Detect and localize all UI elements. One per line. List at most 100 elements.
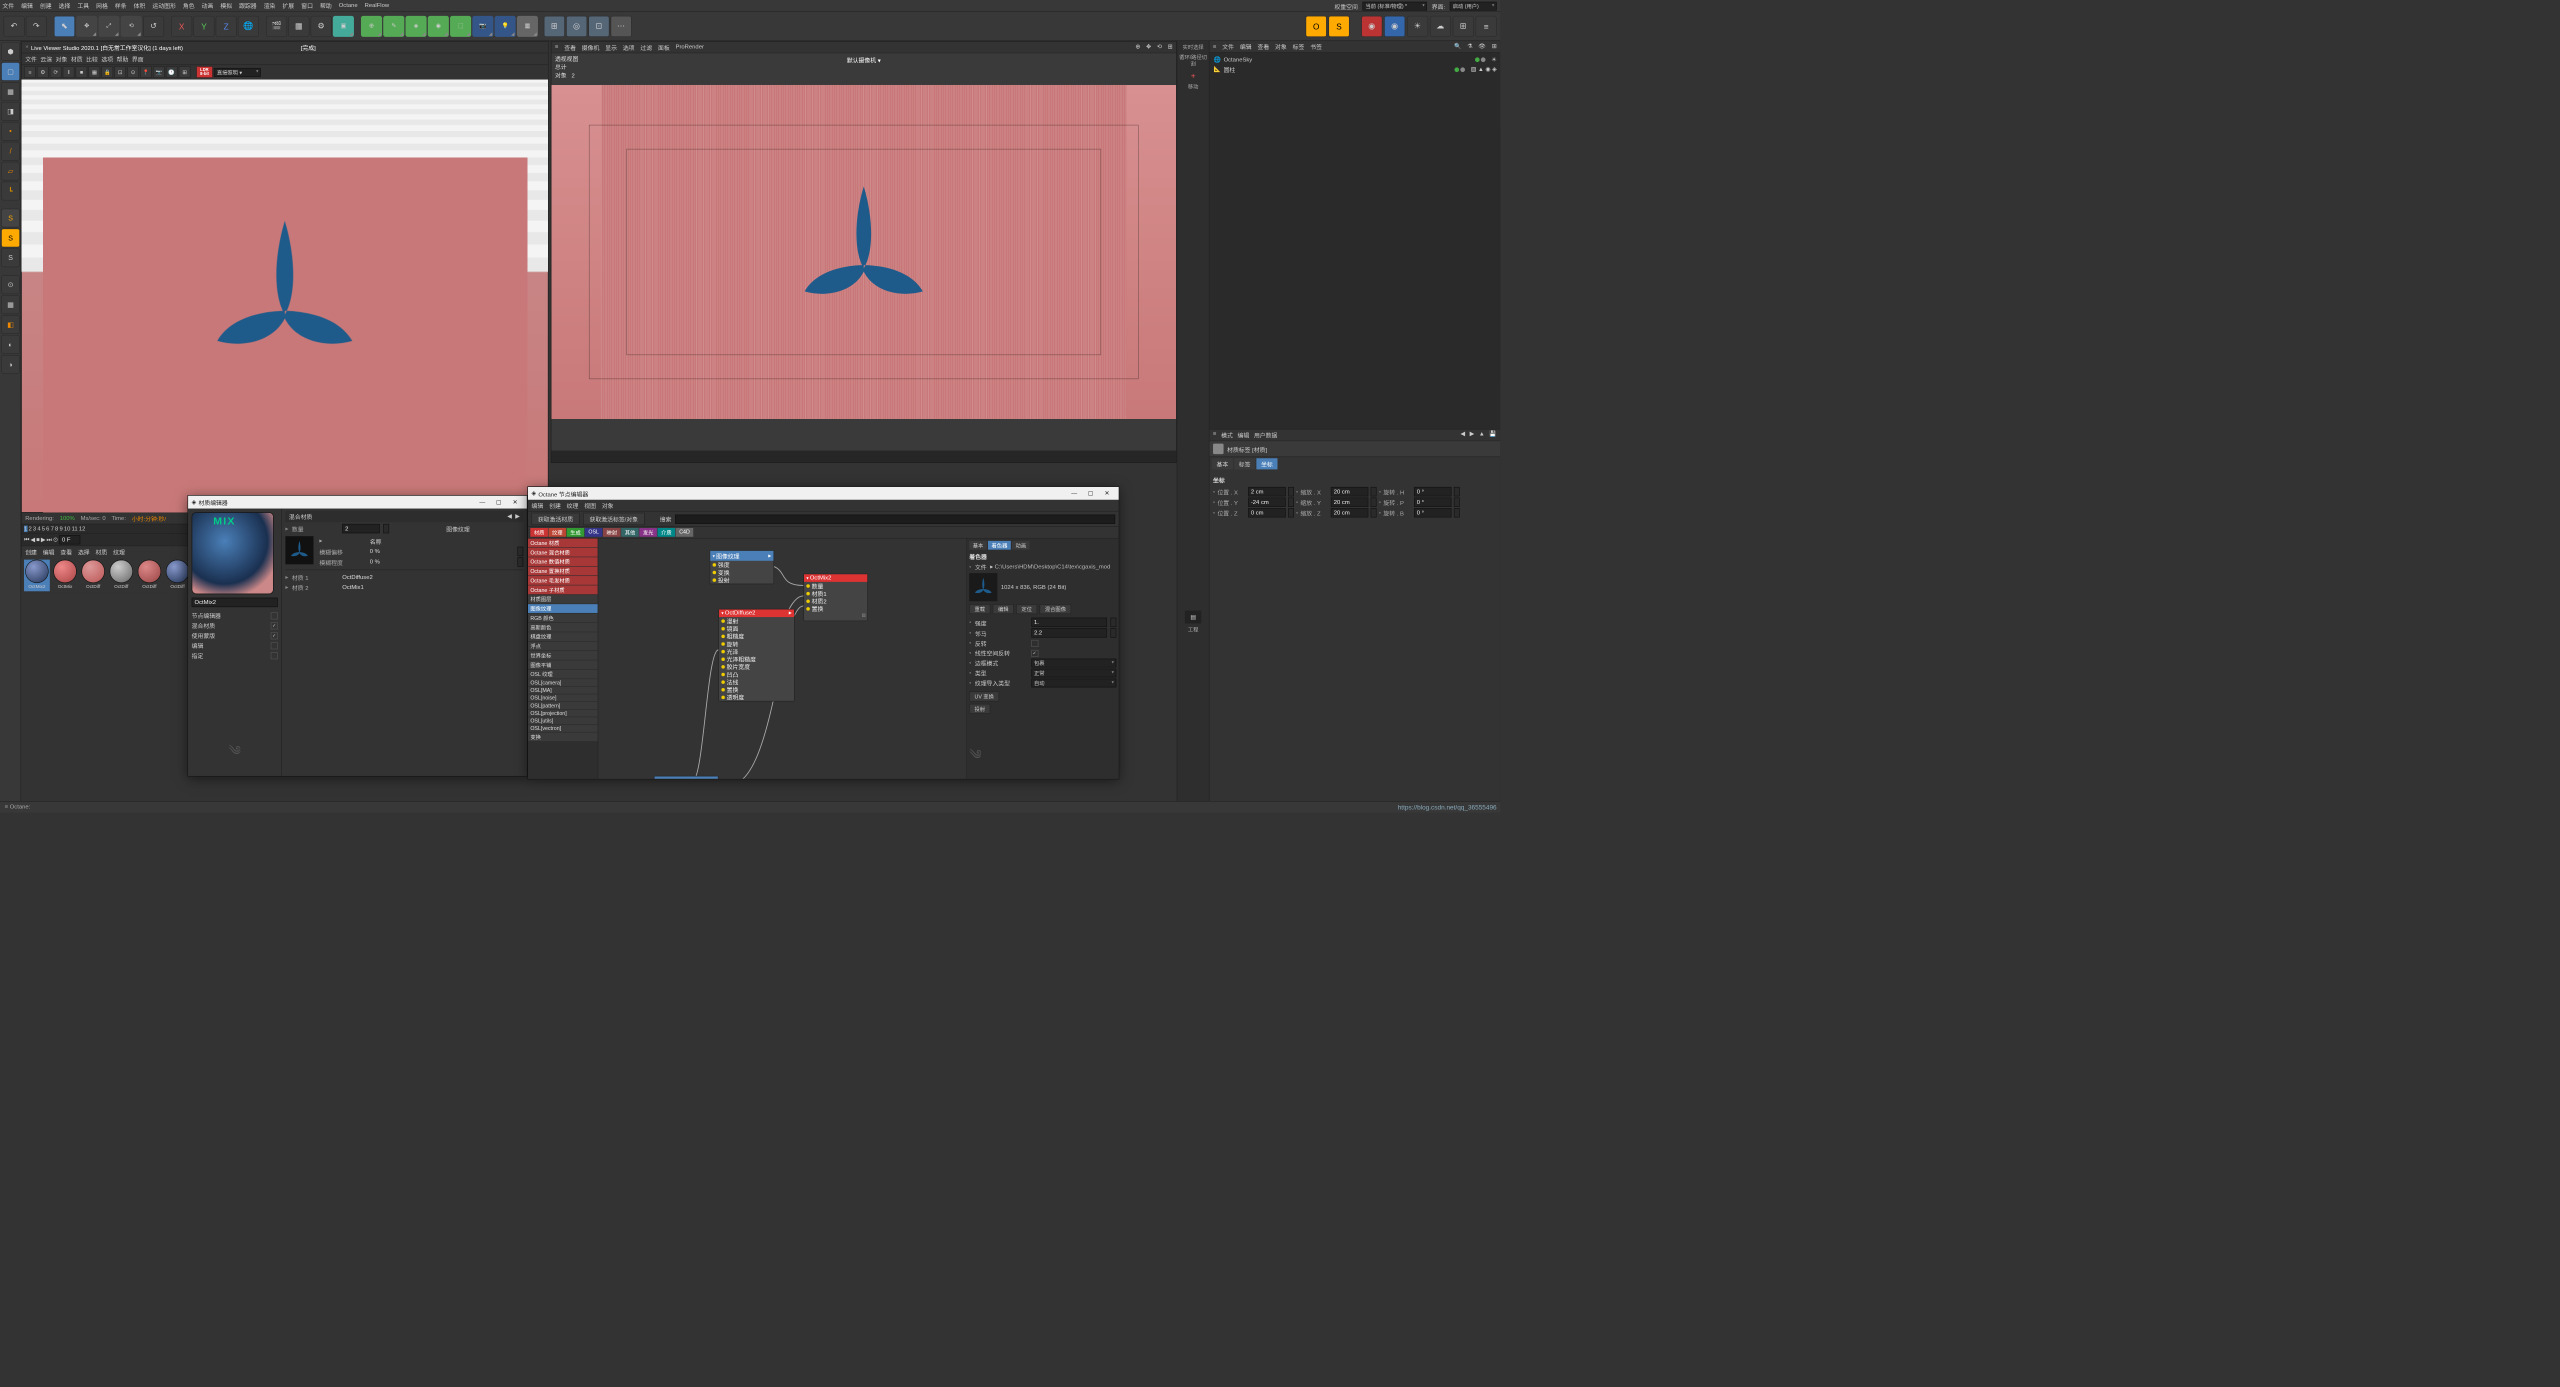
lv-tool-1[interactable]: ≡ xyxy=(24,66,36,78)
lv-frame-10[interactable]: 10 xyxy=(64,526,71,532)
volume-object[interactable]: ▦ xyxy=(517,16,538,37)
deformer[interactable]: ◉ xyxy=(428,16,449,37)
spline-pen[interactable]: ✎ xyxy=(383,16,404,37)
node-image-texture[interactable]: ▾图像纹理▸ 强度 变换 投射 xyxy=(710,550,774,584)
menu-render[interactable]: 渲染 xyxy=(264,1,276,10)
np-file-path[interactable]: C:\Users\HDM\Desktop\C14\tex\cgaxis_mod xyxy=(995,564,1111,570)
matedit-side-row[interactable]: 节点编辑器 xyxy=(192,611,278,621)
np-tab-shader[interactable]: 着色器 xyxy=(988,541,1011,550)
checkbox[interactable] xyxy=(271,612,278,619)
menu-file[interactable]: 文件 xyxy=(2,1,14,10)
attr-input[interactable] xyxy=(1248,498,1286,507)
lv-play-next[interactable]: ▶ xyxy=(41,536,46,542)
mograph-button[interactable]: ⊞ xyxy=(544,16,565,37)
vp-canvas[interactable]: 透视视图 总计 对象 2 默认摄像机 ▾ xyxy=(551,53,1176,450)
lv-frame-8[interactable]: 8 xyxy=(55,526,58,532)
lv-menu-file[interactable]: 文件 xyxy=(24,54,38,63)
np-dropdown[interactable]: 包裹 xyxy=(1031,659,1116,668)
tag-button[interactable]: ⊡ xyxy=(588,16,609,37)
ne-chip[interactable]: 生成 xyxy=(567,528,585,537)
np-reload-button[interactable]: 重载 xyxy=(969,604,990,614)
ne-menu-view[interactable]: 视图 xyxy=(584,501,596,510)
matedit-close[interactable]: ✕ xyxy=(507,497,523,508)
checkbox[interactable] xyxy=(271,622,278,629)
lv-clock-icon[interactable]: 🕐 xyxy=(166,66,178,78)
lv-fps-input[interactable] xyxy=(59,535,80,544)
np-tab-basic[interactable]: 基本 xyxy=(969,541,987,550)
om-search-icon[interactable]: 🔍 xyxy=(1454,43,1461,49)
layout-dropdown[interactable]: 当前 (标准/物理) * xyxy=(1363,1,1427,10)
mat-octmix2[interactable]: OctMix2 xyxy=(24,560,50,592)
lv-mtab-texture[interactable]: 纹理 xyxy=(113,547,125,556)
snap-button[interactable]: ⊙ xyxy=(1,275,20,294)
ne-chip[interactable]: OSL xyxy=(585,528,603,537)
ne-list-item[interactable]: Octane 毛发材质 xyxy=(528,576,598,585)
spin[interactable] xyxy=(1288,508,1294,517)
vp-nav-2[interactable]: ✥ xyxy=(1146,44,1151,50)
matedit-side-row[interactable]: 使用蒙版 xyxy=(192,631,278,641)
mat-octdiff-2[interactable]: OctDiff xyxy=(108,560,134,592)
nodeedit-canvas[interactable]: ▾图像纹理▸ 强度 变换 投射 ▾OctMix2 数量 材质1 材质2 置换 ▧… xyxy=(598,539,966,779)
bounds-dropdown[interactable]: 启动 (用户) xyxy=(1450,1,1497,10)
attr-back-icon[interactable]: ◀ xyxy=(1460,431,1465,440)
om-file[interactable]: 文件 xyxy=(1222,42,1234,51)
np-proj-button[interactable]: 投射 xyxy=(969,704,990,714)
lv-render-view[interactable] xyxy=(22,80,548,512)
lv-tool-13[interactable]: ⊞ xyxy=(179,66,191,78)
spin[interactable] xyxy=(517,557,523,566)
ne-menu-edit[interactable]: 编辑 xyxy=(532,501,544,510)
rf-button-3[interactable]: ☀ xyxy=(1407,16,1428,37)
move-tool[interactable]: ✥ xyxy=(76,16,97,37)
attr-tab-coord[interactable]: 坐标 xyxy=(1256,458,1277,469)
vp-prorender[interactable]: ProRender xyxy=(676,44,704,50)
menu-edit[interactable]: 编辑 xyxy=(21,1,33,10)
menu-simulate[interactable]: 模拟 xyxy=(220,1,232,10)
matedit-mat-row[interactable]: ▸材质 2OctMix1 xyxy=(285,582,523,592)
matedit-tex-thumb[interactable] xyxy=(285,536,313,564)
lv-kernel-dropdown[interactable]: 直接照明 ▾ xyxy=(214,68,261,77)
attr-save-icon[interactable]: 💾 xyxy=(1489,431,1496,440)
octane-live-button[interactable]: O xyxy=(1306,16,1327,37)
matedit-fwd[interactable]: ▶ xyxy=(515,513,520,519)
spin[interactable] xyxy=(1110,628,1116,637)
vp-nav-1[interactable]: ⊕ xyxy=(1135,44,1140,50)
attr-input[interactable] xyxy=(1331,508,1369,517)
spin[interactable] xyxy=(1454,508,1460,517)
mat-octmix[interactable]: OctMix xyxy=(52,560,78,592)
attr-input[interactable] xyxy=(1248,487,1286,496)
generator[interactable]: ◈ xyxy=(406,16,427,37)
live-viewer-titlebar[interactable]: × Live Viewer Studio 2020.1 [白无常工作室汉化] (… xyxy=(22,42,548,54)
octane-s-2[interactable]: S xyxy=(1,229,20,248)
matedit-titlebar[interactable]: ◈ 材质编辑器 — ▢ ✕ xyxy=(188,496,527,509)
np-uv-button[interactable]: UV 变换 xyxy=(969,691,999,701)
ne-menu-texture[interactable]: 纹理 xyxy=(567,501,579,510)
om-objects[interactable]: 对象 xyxy=(1275,42,1287,51)
cmd-loop-cut[interactable]: 循环/路径切割 xyxy=(1177,54,1209,67)
lv-play-start[interactable]: ⏮ xyxy=(24,536,29,542)
np-edit-button[interactable]: 编辑 xyxy=(993,604,1014,614)
field-button[interactable]: ◎ xyxy=(566,16,587,37)
spin[interactable] xyxy=(1371,487,1377,496)
vp-options[interactable]: 选项 xyxy=(623,43,635,52)
np-dropdown[interactable]: 正常 xyxy=(1031,669,1116,678)
lv-frame-1[interactable]: 1 xyxy=(24,526,27,532)
lv-mtab-material[interactable]: 材质 xyxy=(96,547,108,556)
spin[interactable] xyxy=(517,547,523,556)
matedit-count-spin[interactable] xyxy=(383,524,389,533)
np-dropdown[interactable]: 自动 xyxy=(1031,679,1116,688)
environment[interactable]: ⬚ xyxy=(450,16,471,37)
lv-frame-4[interactable]: 4 xyxy=(37,526,40,532)
lv-play-end[interactable]: ⏭ xyxy=(47,536,52,542)
np-tab-anim[interactable]: 动画 xyxy=(1012,541,1030,550)
attr-input[interactable] xyxy=(1414,487,1452,496)
lv-mtab-edit[interactable]: 编辑 xyxy=(43,547,55,556)
ne-get-tag-button[interactable]: 获取激活标签/对象 xyxy=(583,513,644,525)
menu-mesh[interactable]: 网格 xyxy=(96,1,108,10)
lv-menu-help[interactable]: 帮助 xyxy=(115,54,129,63)
lv-close-icon[interactable]: × xyxy=(25,44,28,50)
ne-search-input[interactable] xyxy=(675,514,1115,523)
menu-spline[interactable]: 样条 xyxy=(115,1,127,10)
spin[interactable] xyxy=(1371,498,1377,507)
point-mode[interactable]: • xyxy=(1,122,20,141)
menu-create[interactable]: 创建 xyxy=(40,1,52,10)
